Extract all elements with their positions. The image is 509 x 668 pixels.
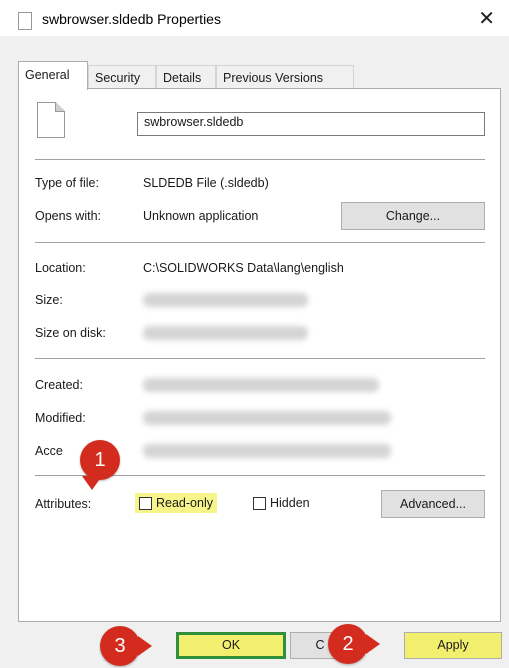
separator [35,242,485,243]
location-label: Location: [35,261,86,275]
file-name-field[interactable]: swbrowser.sldedb [137,112,485,136]
window-title: swbrowser.sldedb Properties [42,11,221,27]
attributes-label: Attributes: [35,497,92,511]
type-label: Type of file: [35,176,99,190]
modified-value-redacted [143,411,391,425]
tab-security[interactable]: Security [88,65,156,89]
accessed-value-redacted [143,444,391,458]
close-icon[interactable]: ✕ [478,6,495,31]
hidden-checkbox-box[interactable] [253,496,266,510]
hidden-checkbox[interactable]: Hidden [253,496,310,510]
readonly-checkbox[interactable]: Read-only [135,493,217,513]
step-marker-3: 3 [100,626,152,666]
size-label: Size: [35,293,63,307]
created-value-redacted [143,378,379,392]
readonly-checkbox-box[interactable] [139,496,152,510]
opens-with-label: Opens with: [35,209,102,223]
location-value: C:\SOLIDWORKS Data\lang\english [143,261,344,275]
step-marker-2: 2 [328,624,380,664]
ok-button[interactable]: OK [176,632,286,659]
step-marker-1: 1 [80,440,120,490]
file-icon [18,12,32,30]
modified-label: Modified: [35,411,86,425]
separator [35,159,485,160]
tab-details[interactable]: Details [156,65,216,89]
type-value: SLDEDB File (.sldedb) [143,176,269,190]
opens-with-value: Unknown application [143,209,259,223]
change-button[interactable]: Change... [341,202,485,230]
size-value-redacted [143,293,308,307]
document-icon [37,102,65,138]
general-panel: swbrowser.sldedb Type of file: SLDEDB Fi… [18,88,501,622]
title-bar: swbrowser.sldedb Properties ✕ [0,0,509,36]
hidden-label: Hidden [270,496,310,510]
apply-button[interactable]: Apply [404,632,502,659]
readonly-label: Read-only [156,496,213,510]
tab-general[interactable]: General [18,61,88,90]
advanced-button[interactable]: Advanced... [381,490,485,518]
created-label: Created: [35,378,83,392]
tab-previous-versions[interactable]: Previous Versions [216,65,354,89]
size-on-disk-label: Size on disk: [35,326,106,340]
size-on-disk-value-redacted [143,326,308,340]
accessed-label: Acce [35,444,63,458]
separator [35,358,485,359]
